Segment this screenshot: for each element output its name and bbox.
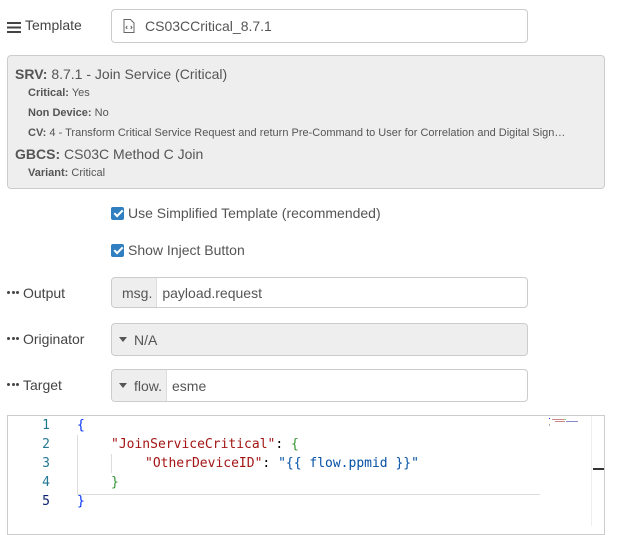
line-number: 1 [42,418,50,433]
code-line-2: "JoinServiceCritical": { [111,437,299,452]
originator-select[interactable]: N/A [111,323,528,356]
line-number: 2 [42,437,50,452]
originator-value: N/A [134,331,158,348]
target-field[interactable]: flow. esme [111,369,528,402]
template-info-panel: SRV: 8.7.1 - Join Service (Critical) Cri… [7,55,605,189]
cv-line: CV: 4 - Transform Critical Service Reque… [28,127,566,139]
critical-line: Critical: Yes [28,87,90,99]
code-line-1: { [77,418,85,433]
inject-button-checkbox[interactable] [111,243,124,257]
code-line-3: "OtherDeviceID": "{{ flow.ppmid }}" [145,456,419,471]
line-number: 4 [42,475,50,490]
minimap[interactable] [548,416,592,426]
current-line-border [77,494,540,495]
ellipsis-icon [7,383,19,387]
variant-line: Variant: Critical [28,167,106,179]
template-value: CS03CCritical_8.7.1 [145,18,272,34]
target-label: Target [7,377,62,393]
inject-button-option[interactable]: Show Inject Button [111,242,245,258]
target-type-select[interactable]: flow. [112,370,168,401]
output-value: payload.request [162,284,262,301]
template-label: Template [7,17,82,33]
ellipsis-icon [7,337,19,341]
simplified-template-option[interactable]: Use Simplified Template (recommended) [111,205,381,221]
non-device-line: Non Device: No [28,107,109,119]
output-prefix: msg. [112,278,158,307]
code-line-4: } [111,475,119,490]
simplified-template-checkbox[interactable] [111,206,124,220]
line-number: 5 [42,494,50,509]
code-line-5: } [77,494,85,509]
file-code-icon [123,19,135,33]
json-editor[interactable]: 1 2 3 4 5 { "JoinServiceCritical": { "Ot… [7,415,605,535]
ellipsis-icon [7,291,19,295]
cursor-marker [593,468,604,470]
output-field[interactable]: msg. payload.request [111,277,528,308]
editor-scrollbar[interactable] [591,416,604,526]
caret-down-icon [119,383,127,388]
srv-line: SRV: 8.7.1 - Join Service (Critical) [15,66,228,82]
caret-down-icon [119,337,127,342]
gbcs-line: GBCS: CS03C Method C Join [15,146,204,162]
template-field[interactable]: CS03CCritical_8.7.1 [111,9,528,43]
line-number: 3 [42,456,50,471]
originator-label: Originator [7,331,84,347]
target-value: esme [172,377,207,394]
output-label: Output [7,285,65,301]
list-icon [7,20,21,33]
